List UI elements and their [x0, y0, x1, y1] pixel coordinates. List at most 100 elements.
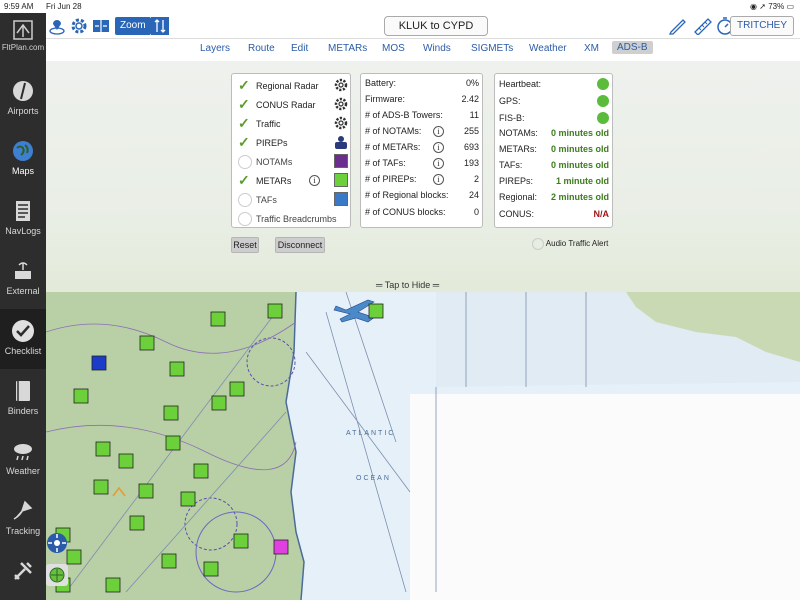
settings-gear-icon[interactable]: [70, 17, 88, 35]
metar-marker[interactable]: [138, 483, 154, 499]
pirep-pilot-icon[interactable]: [334, 135, 348, 149]
sidebar-item-tracking[interactable]: Tracking: [0, 489, 46, 549]
layer-traffic-breadcrumbs[interactable]: Traffic Breadcrumbs: [238, 212, 346, 228]
sidebar-item-tools[interactable]: [0, 549, 46, 600]
sidebar-item-label: Weather: [6, 466, 40, 476]
ocean-label-atlantic: ATLANTIC: [346, 430, 395, 437]
airport-icon: [13, 81, 33, 101]
layer-pireps[interactable]: ✓ PIREPs: [238, 135, 348, 152]
sidebar-item-airports[interactable]: Airports: [0, 69, 46, 129]
location-pin-icon[interactable]: [48, 17, 66, 35]
checkmark-icon[interactable]: ✓: [238, 97, 252, 112]
tab-ads-b[interactable]: ADS-B: [612, 41, 653, 54]
sidebar-item-weather[interactable]: Weather: [0, 429, 46, 489]
unchecked-circle-icon[interactable]: [238, 212, 252, 226]
map-canvas[interactable]: ATLANTIC OCEAN: [46, 292, 800, 600]
notams-color-swatch[interactable]: [334, 154, 348, 168]
tab-sigmets[interactable]: SIGMETs: [471, 43, 513, 54]
user-button[interactable]: TRITCHEY: [730, 16, 794, 36]
info-icon[interactable]: i: [433, 174, 444, 185]
checkmark-icon[interactable]: ✓: [238, 173, 252, 188]
north-up-toggle-icon[interactable]: [151, 17, 169, 35]
layer-notams[interactable]: NOTAMs: [238, 154, 348, 171]
tab-xm[interactable]: XM: [584, 43, 599, 54]
checkmark-icon[interactable]: ✓: [238, 78, 252, 93]
metar-marker[interactable]: [368, 303, 384, 319]
metar-marker[interactable]: [210, 311, 226, 327]
metar-marker-lifr[interactable]: [273, 539, 289, 555]
sidebar-item-binders[interactable]: Binders: [0, 369, 46, 429]
layer-traffic[interactable]: ✓ Traffic: [238, 116, 348, 133]
tab-layers[interactable]: Layers: [200, 43, 230, 54]
checkmark-icon[interactable]: ✓: [238, 135, 252, 150]
metar-marker[interactable]: [203, 561, 219, 577]
sectional-map[interactable]: ATLANTIC OCEAN: [46, 292, 800, 600]
reset-button[interactable]: Reset: [231, 237, 259, 253]
audio-alert-label: Audio Traffic Alert: [545, 239, 609, 249]
status-bar: 9:59 AM Fri Jun 28 ◉ ➚ 73% ▭: [0, 0, 800, 13]
gear-icon[interactable]: [334, 116, 348, 130]
split-view-icon[interactable]: [92, 17, 110, 35]
tab-mos[interactable]: MOS: [382, 43, 405, 54]
status-row: Regional: 2 minutes old: [499, 192, 609, 202]
sidebar-item-external[interactable]: External: [0, 249, 46, 309]
metar-marker[interactable]: [105, 577, 121, 593]
audio-traffic-alert[interactable]: Audio Traffic Alert: [532, 238, 608, 250]
fltplan-logo[interactable]: FltPlan.com: [0, 13, 46, 63]
metar-marker[interactable]: [161, 553, 177, 569]
metar-marker[interactable]: [139, 335, 155, 351]
unchecked-circle-icon[interactable]: [532, 238, 544, 250]
compass-button-icon[interactable]: [46, 532, 68, 554]
unchecked-circle-icon[interactable]: [238, 155, 252, 169]
info-icon[interactable]: i: [433, 158, 444, 169]
metar-marker[interactable]: [129, 515, 145, 531]
unchecked-circle-icon[interactable]: [238, 193, 252, 207]
gear-icon[interactable]: [334, 78, 348, 92]
tafs-color-swatch[interactable]: [334, 192, 348, 206]
metar-marker[interactable]: [180, 491, 196, 507]
metar-marker[interactable]: [66, 549, 82, 565]
ruler-icon[interactable]: [693, 17, 713, 35]
status-date: Fri Jun 28: [46, 2, 82, 11]
tab-route[interactable]: Route: [248, 43, 275, 54]
metar-marker-ifr[interactable]: [91, 355, 107, 371]
sidebar-item-navlogs[interactable]: NavLogs: [0, 189, 46, 249]
tab-metars[interactable]: METARs: [328, 43, 367, 54]
layer-regional-radar[interactable]: ✓ Regional Radar: [238, 78, 348, 95]
layer-metars[interactable]: ✓ METARs i: [238, 173, 348, 190]
tap-to-hide-handle[interactable]: ═ Tap to Hide ═: [376, 280, 439, 290]
layer-tafs[interactable]: TAFs: [238, 192, 348, 209]
pencil-icon[interactable]: [668, 17, 688, 35]
metar-marker[interactable]: [211, 395, 227, 411]
metar-marker[interactable]: [193, 463, 209, 479]
metar-marker[interactable]: [95, 441, 111, 457]
route-button[interactable]: KLUK to CYPD: [384, 16, 488, 36]
metar-marker[interactable]: [229, 381, 245, 397]
metar-marker[interactable]: [73, 388, 89, 404]
metar-marker[interactable]: [169, 361, 185, 377]
tab-winds[interactable]: Winds: [423, 43, 451, 54]
metar-marker[interactable]: [93, 479, 109, 495]
layer-conus-radar[interactable]: ✓ CONUS Radar: [238, 97, 348, 114]
tab-edit[interactable]: Edit: [291, 43, 308, 54]
info-icon[interactable]: i: [433, 142, 444, 153]
metar-marker[interactable]: [163, 405, 179, 421]
metar-marker[interactable]: [118, 453, 134, 469]
disconnect-button[interactable]: Disconnect: [275, 237, 325, 253]
sidebar-item-maps[interactable]: Maps: [0, 129, 46, 189]
metar-marker[interactable]: [165, 435, 181, 451]
zoom-button[interactable]: Zoom: [115, 17, 151, 35]
tap-to-hide-label: Tap to Hide: [384, 280, 431, 290]
info-icon[interactable]: i: [309, 175, 320, 186]
metar-marker[interactable]: [267, 303, 283, 319]
info-icon[interactable]: i: [433, 126, 444, 137]
layers-button-icon[interactable]: [46, 564, 68, 586]
metar-marker[interactable]: [233, 533, 249, 549]
tab-weather[interactable]: Weather: [529, 43, 567, 54]
checkmark-icon[interactable]: ✓: [238, 116, 252, 131]
status-indicator-green: [597, 95, 609, 107]
metars-color-swatch[interactable]: [334, 173, 348, 187]
sidebar-item-checklist[interactable]: Checklist: [0, 309, 46, 369]
pirep-marker-icon[interactable]: [112, 486, 126, 497]
gear-icon[interactable]: [334, 97, 348, 111]
